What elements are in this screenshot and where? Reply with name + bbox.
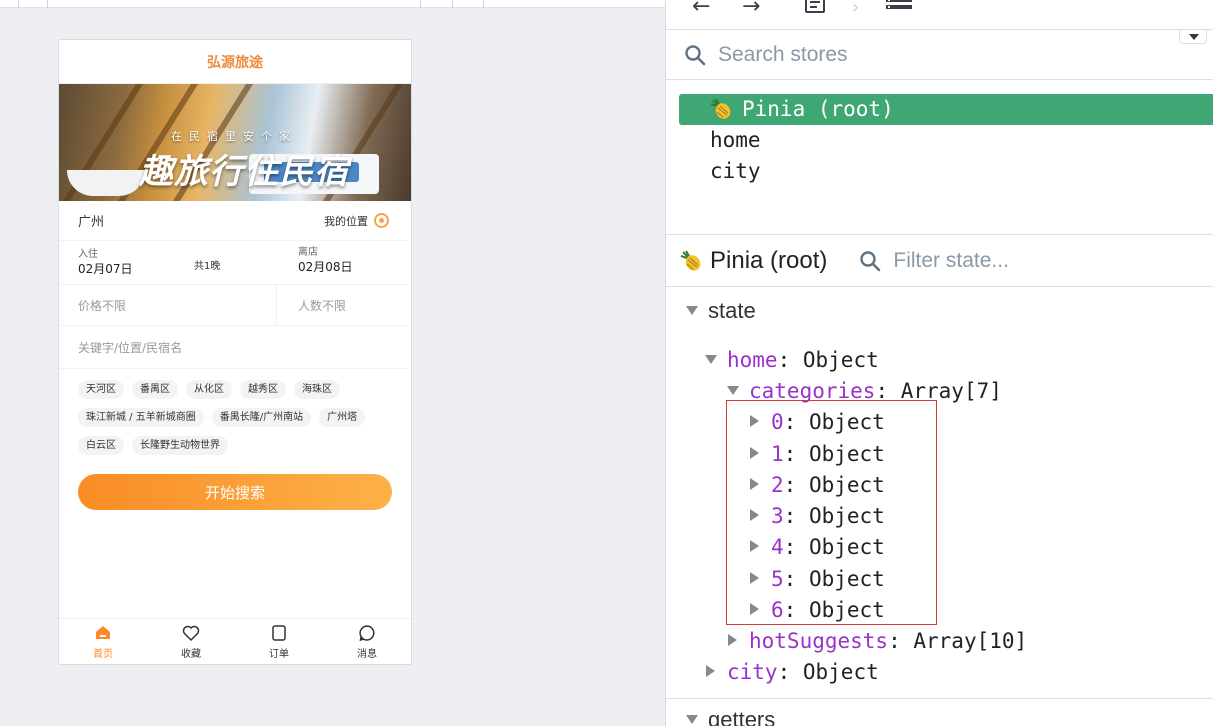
pineapple-icon <box>680 249 701 271</box>
checkout-date[interactable]: 离店 02月08日 <box>298 247 353 275</box>
node-type: Object <box>802 348 879 372</box>
location-target-icon <box>374 213 389 228</box>
heart-icon <box>182 625 200 642</box>
tab-messages[interactable]: 消息 <box>323 619 411 664</box>
hot-tag[interactable]: 白云区 <box>78 436 124 455</box>
banner-image: 在民宿里安个家 趣旅行住民宿 <box>59 84 411 201</box>
state-section[interactable]: state <box>686 295 756 326</box>
document-icon[interactable] <box>804 0 826 14</box>
pineapple-icon <box>710 98 731 119</box>
screen: 弘源旅途 在民宿里安个家 趣旅行住民宿 广州 我的位置 入住 02月07日 共1… <box>0 0 1213 726</box>
tree-node-hotsuggests[interactable]: hotSuggests: Array[10] <box>728 626 1027 657</box>
node-type: Object <box>802 660 879 684</box>
tab-orders[interactable]: 订单 <box>235 619 323 664</box>
hot-tag[interactable]: 海珠区 <box>294 380 340 399</box>
hot-tag[interactable]: 从化区 <box>186 380 232 399</box>
forward-arrow-icon[interactable]: → <box>742 0 760 19</box>
checkin-label: 入住 <box>78 248 98 260</box>
node-key: home <box>727 348 778 372</box>
tree-node-home[interactable]: home: Object <box>705 345 879 376</box>
my-location-label: 我的位置 <box>324 214 368 228</box>
checkout-value: 02月08日 <box>298 260 353 274</box>
keyword-input[interactable]: 关键字/位置/民宿名 <box>59 326 411 369</box>
section-divider <box>666 698 1213 699</box>
collapsed-arrow-icon <box>728 634 737 646</box>
search-icon <box>685 44 706 65</box>
store-label: Pinia (root) <box>742 97 894 121</box>
chevron-right-icon: › <box>852 0 860 18</box>
checkout-label: 离店 <box>298 247 318 258</box>
people-filter[interactable]: 人数不限 <box>277 297 346 314</box>
price-filter[interactable]: 价格不限 <box>59 284 277 326</box>
devtools-toolbar: ← → › <box>666 0 1213 30</box>
filter-row: 价格不限 人数不限 <box>59 284 411 326</box>
checkin-value: 02月07日 <box>78 261 133 276</box>
node-key: hotSuggests <box>749 629 889 653</box>
expand-arrow-icon <box>705 355 717 364</box>
highlight-box <box>726 400 937 625</box>
checkin-date[interactable]: 入住 02月07日 <box>78 249 133 277</box>
getters-section[interactable]: getters <box>686 704 775 726</box>
hot-tag[interactable]: 长隆野生动物世界 <box>132 436 228 455</box>
store-list: Pinia (root) home city <box>666 80 1213 235</box>
my-location-button[interactable]: 我的位置 <box>324 213 389 229</box>
node-type: Array[10] <box>913 629 1028 653</box>
inspector-header: Pinia (root) <box>666 235 1213 287</box>
preview-area: 弘源旅途 在民宿里安个家 趣旅行住民宿 广州 我的位置 入住 02月07日 共1… <box>0 0 665 726</box>
expand-arrow-icon <box>727 386 739 395</box>
nights-count: 共1晚 <box>194 261 221 272</box>
hot-tag[interactable]: 天河区 <box>78 380 124 399</box>
tab-favorites-label: 收藏 <box>181 649 201 660</box>
store-search <box>666 30 1213 80</box>
store-item-home[interactable]: home <box>666 125 1213 156</box>
store-item-pinia-root[interactable]: Pinia (root) <box>679 94 1213 125</box>
state-section-label: state <box>708 298 756 323</box>
banner-subtitle: 在民宿里安个家 <box>171 130 297 143</box>
app-title: 弘源旅途 <box>59 40 411 84</box>
hot-tag[interactable]: 番禺长隆/广州南站 <box>211 408 312 427</box>
date-range[interactable]: 入住 02月07日 共1晚 离店 02月08日 <box>59 241 411 285</box>
tab-orders-label: 订单 <box>269 649 289 660</box>
hot-tags: 天河区 番禺区 从化区 越秀区 海珠区 珠江新城 / 五羊新城商圈 番禺长隆/广… <box>59 369 411 455</box>
collapse-toggle[interactable] <box>1179 30 1207 44</box>
search-stores-input[interactable] <box>718 42 1018 67</box>
hot-tag[interactable]: 珠江新城 / 五羊新城商圈 <box>78 408 204 427</box>
banner-title: 趣旅行住民宿 <box>139 152 349 192</box>
getters-section-label: getters <box>708 707 776 726</box>
order-icon <box>272 625 286 641</box>
expand-arrow-icon <box>686 715 698 724</box>
tab-home[interactable]: 首页 <box>59 619 147 664</box>
inspector-title: Pinia (root) <box>710 246 828 274</box>
stores-list-icon[interactable] <box>886 0 912 12</box>
tab-favorites[interactable]: 收藏 <box>147 619 235 664</box>
tab-bar: 首页 收藏 订单 消息 <box>59 618 411 664</box>
node-key: city <box>727 660 778 684</box>
home-icon <box>96 626 110 639</box>
tab-messages-label: 消息 <box>357 649 377 660</box>
devtools-panel: ← → › Pinia (root) home city Pinia (root… <box>665 0 1213 726</box>
hot-tag[interactable]: 番禺区 <box>132 380 178 399</box>
expand-arrow-icon <box>686 306 698 315</box>
hot-tag[interactable]: 广州塔 <box>319 408 366 427</box>
back-arrow-icon[interactable]: ← <box>692 0 710 19</box>
collapsed-arrow-icon <box>706 665 715 677</box>
tree-node-city[interactable]: city: Object <box>706 657 879 688</box>
store-item-city[interactable]: city <box>666 156 1213 187</box>
tab-home-label: 首页 <box>93 649 113 660</box>
hot-tag[interactable]: 越秀区 <box>240 380 286 399</box>
search-icon <box>860 250 881 271</box>
browser-strip <box>0 0 665 8</box>
city-name[interactable]: 广州 <box>78 211 104 230</box>
getters-clip: getters <box>666 700 1213 726</box>
filter-state-input[interactable] <box>893 248 1194 273</box>
phone-frame: 弘源旅途 在民宿里安个家 趣旅行住民宿 广州 我的位置 入住 02月07日 共1… <box>58 39 412 665</box>
start-search-button[interactable]: 开始搜索 <box>78 474 392 510</box>
message-icon <box>359 625 375 642</box>
city-row[interactable]: 广州 我的位置 <box>59 201 411 241</box>
